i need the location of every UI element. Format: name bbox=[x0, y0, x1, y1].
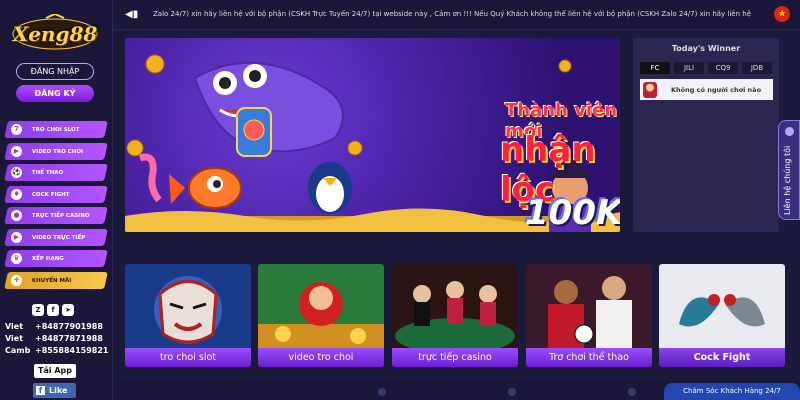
tab-fc[interactable]: FC bbox=[640, 62, 670, 74]
zalo-icon[interactable]: Z bbox=[32, 304, 44, 316]
game-card-label: tro choi slot bbox=[125, 348, 251, 367]
contact-country: Viet bbox=[5, 334, 24, 343]
cockfight-icon: ♦ bbox=[11, 188, 22, 200]
avatar bbox=[643, 81, 657, 98]
tab-jdb[interactable]: JDB bbox=[742, 62, 772, 74]
carousel-dot[interactable] bbox=[378, 388, 386, 396]
slot-icon: 7 bbox=[11, 124, 22, 135]
contact-row[interactable]: Viet +84877901988 bbox=[5, 321, 109, 333]
sidebar-item-label: TRỰC TIẾP CASINO bbox=[32, 212, 90, 219]
sidebar-item-slot[interactable]: 7 TRO CHOI SLOT bbox=[4, 121, 108, 138]
like-label: Like bbox=[49, 386, 68, 395]
tab-jili[interactable]: JILI bbox=[674, 62, 704, 74]
sidebar-item-sports[interactable]: ⚽ THỂ THAO bbox=[4, 164, 108, 181]
winner-row: Không có người chơi nào bbox=[640, 79, 773, 100]
telegram-icon[interactable]: ➤ bbox=[62, 304, 74, 316]
game-card-label: Cock Fight bbox=[659, 348, 785, 367]
promo-amount: 100K bbox=[525, 193, 620, 232]
login-button[interactable]: ĐĂNG NHẬP bbox=[16, 63, 94, 80]
announcement-bar: ◀▮ Zalo 24/7) xin hãy liên hệ với bộ phậ… bbox=[113, 0, 800, 30]
gift-icon: ✚ bbox=[11, 274, 22, 286]
sidebar-item-live-video[interactable]: ▶ VIDEO TRỰC TIẾP bbox=[4, 228, 108, 246]
game-card-live-casino[interactable]: trực tiếp casino bbox=[392, 264, 518, 367]
register-button[interactable]: ĐĂNG KÝ bbox=[16, 85, 94, 102]
sidebar-item-label: VIDEO TRO CHOI bbox=[32, 148, 84, 154]
contact-country: Viet bbox=[5, 322, 24, 331]
contact-number: +84877871988 bbox=[35, 334, 103, 343]
sidebar-item-label: KHUYẾN MÃI bbox=[32, 277, 72, 283]
game-card-video-game[interactable]: video tro choi bbox=[258, 264, 384, 367]
sidebar-item-cockfight[interactable]: ♦ COCK FIGHT bbox=[4, 185, 108, 203]
cockfight-artwork bbox=[659, 264, 785, 350]
slot-artwork bbox=[125, 264, 251, 350]
megaphone-icon: ◀▮ bbox=[125, 9, 139, 20]
contact-country: Camb bbox=[5, 346, 31, 355]
contact-us-label: Liên hệ chúng tôi bbox=[783, 145, 792, 215]
facebook-like-button[interactable]: f Like bbox=[33, 383, 76, 398]
game-card-label: trực tiếp casino bbox=[392, 348, 518, 367]
game-card-label: video tro choi bbox=[258, 348, 384, 367]
sidebar-item-ranking[interactable]: ♛ XẾP HẠNG bbox=[4, 250, 108, 267]
sidebar: Xeng88 ĐĂNG NHẬP ĐĂNG KÝ 7 TRO CHOI SLOT… bbox=[0, 0, 113, 400]
carousel-dot[interactable] bbox=[628, 388, 636, 396]
promo-banner[interactable]: Thành viên mới nhận lộc 100K bbox=[125, 38, 620, 232]
sidebar-item-promotion[interactable]: ✚ KHUYẾN MÃI bbox=[4, 271, 108, 289]
sidebar-item-casino[interactable]: ● TRỰC TIẾP CASINO bbox=[4, 207, 108, 224]
trophy-icon: ♛ bbox=[11, 253, 22, 264]
sidebar-item-video-game[interactable]: ▶ VIDEO TRO CHOI bbox=[4, 142, 108, 160]
contact-us-tab[interactable]: Liên hệ chúng tôi bbox=[778, 120, 800, 220]
sidebar-item-label: VIDEO TRỰC TIẾP bbox=[32, 234, 86, 240]
contact-number: +84877901988 bbox=[35, 322, 103, 331]
sidebar-item-label: THỂ THAO bbox=[32, 169, 64, 176]
tab-cq9[interactable]: CQ9 bbox=[708, 62, 738, 74]
provider-tabs: FC JILI CQ9 JDB bbox=[640, 62, 772, 74]
logo-text: Xeng88 bbox=[12, 22, 98, 46]
sports-artwork bbox=[526, 264, 652, 350]
logo[interactable]: Xeng88 bbox=[10, 12, 100, 54]
casino-artwork bbox=[392, 264, 518, 350]
announcement-marquee: Zalo 24/7) xin hãy liên hệ với bộ phận (… bbox=[153, 10, 752, 18]
casino-icon: ● bbox=[11, 210, 22, 221]
game-card-slot[interactable]: tro choi slot bbox=[125, 264, 251, 367]
contact-row[interactable]: Viet +84877871988 bbox=[5, 333, 109, 345]
download-app-button[interactable]: Tải App bbox=[34, 364, 76, 378]
sidebar-item-label: XẾP HẠNG bbox=[32, 255, 64, 262]
contact-row[interactable]: Camb +855884159821 bbox=[5, 345, 109, 357]
customer-support-button[interactable]: Chăm Sóc Khách Hàng 24/7 bbox=[664, 383, 800, 400]
contact-number: +855884159821 bbox=[35, 346, 109, 355]
sports-icon: ⚽ bbox=[11, 167, 22, 178]
social-links: Z f ➤ bbox=[32, 304, 74, 316]
empty-message: Không có người chơi nào bbox=[671, 85, 762, 94]
game-card-sports[interactable]: Trơ chơi thể thao bbox=[526, 264, 652, 367]
sidebar-item-label: TRO CHOI SLOT bbox=[32, 126, 80, 133]
sidebar-item-label: COCK FIGHT bbox=[32, 191, 70, 197]
sidebar-menu: 7 TRO CHOI SLOT ▶ VIDEO TRO CHOI ⚽ THỂ T… bbox=[4, 121, 108, 293]
live-video-icon: ▶ bbox=[11, 231, 22, 243]
contact-list: Viet +84877901988 Viet +84877871988 Camb… bbox=[5, 321, 109, 357]
game-card-label: Trơ chơi thể thao bbox=[526, 348, 652, 367]
chat-icon bbox=[785, 127, 794, 136]
carousel-dot[interactable] bbox=[508, 388, 516, 396]
facebook-icon: f bbox=[36, 386, 45, 395]
winner-title: Today's Winner bbox=[671, 44, 741, 53]
game-card-cockfight[interactable]: Cock Fight bbox=[659, 264, 785, 367]
video-game-icon: ▶ bbox=[11, 145, 22, 157]
vietnam-flag-icon[interactable]: ★ bbox=[774, 6, 790, 22]
todays-winner-panel: Today's Winner FC JILI CQ9 JDB Không có … bbox=[633, 38, 779, 232]
game-category-grid: tro choi slot video tro choi trực tiếp c… bbox=[125, 264, 785, 367]
facebook-icon[interactable]: f bbox=[47, 304, 59, 316]
video-game-artwork bbox=[258, 264, 384, 350]
